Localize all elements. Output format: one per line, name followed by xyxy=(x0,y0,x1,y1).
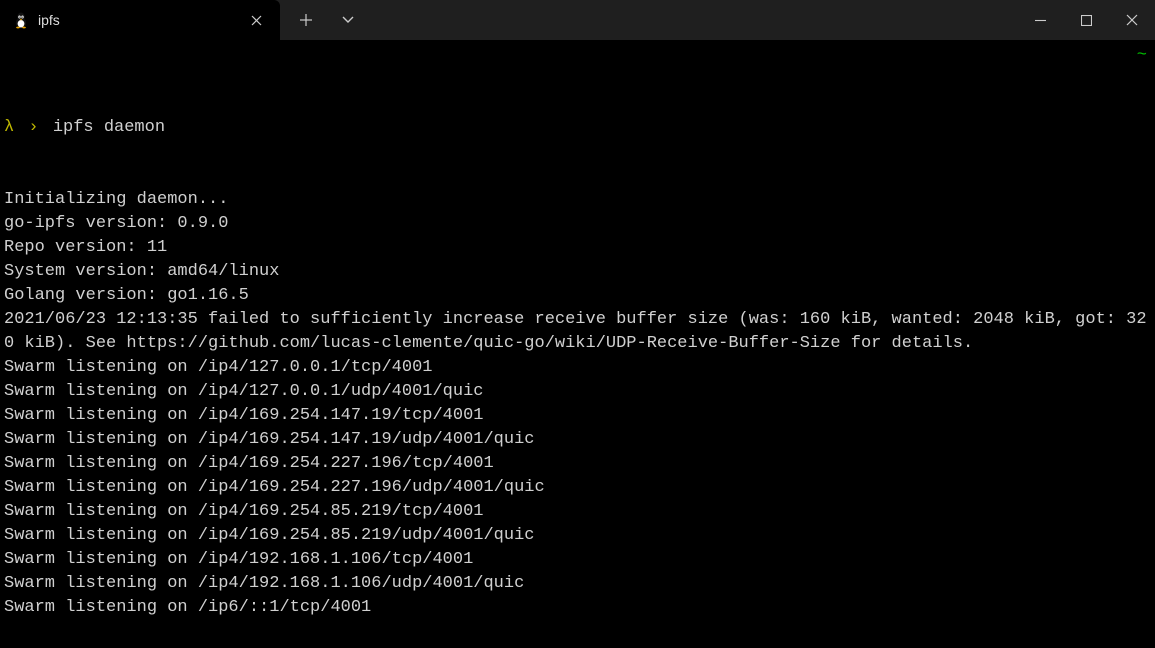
terminal-line: Swarm listening on /ip4/169.254.227.196/… xyxy=(4,476,1151,500)
terminal-body[interactable]: ~ λ › ipfs daemon Initializing daemon...… xyxy=(0,40,1155,648)
terminal-line: Swarm listening on /ip4/169.254.147.19/t… xyxy=(4,404,1151,428)
prompt-line: λ › ipfs daemon xyxy=(4,116,1151,140)
terminal-line: System version: amd64/linux xyxy=(4,260,1151,284)
terminal-line: Swarm listening on /ip4/169.254.147.19/u… xyxy=(4,428,1151,452)
close-window-button[interactable] xyxy=(1109,0,1155,40)
tab-title: ipfs xyxy=(38,12,242,28)
terminal-tab[interactable]: ipfs xyxy=(0,0,280,40)
terminal-output: Initializing daemon...go-ipfs version: 0… xyxy=(4,188,1151,620)
maximize-button[interactable] xyxy=(1063,0,1109,40)
terminal-line: Swarm listening on /ip6/::1/tcp/4001 xyxy=(4,596,1151,620)
terminal-line: Swarm listening on /ip4/169.254.85.219/u… xyxy=(4,524,1151,548)
new-tab-button[interactable] xyxy=(288,4,324,36)
prompt-command: ipfs daemon xyxy=(53,116,165,140)
chevron-down-icon xyxy=(342,16,354,24)
terminal-line: Swarm listening on /ip4/127.0.0.1/tcp/40… xyxy=(4,356,1151,380)
terminal-line: Repo version: 11 xyxy=(4,236,1151,260)
terminal-line: 2021/06/23 12:13:35 failed to sufficient… xyxy=(4,308,1151,356)
prompt-arrow: › xyxy=(28,116,38,140)
terminal-line: Initializing daemon... xyxy=(4,188,1151,212)
tab-close-button[interactable] xyxy=(242,6,270,34)
plus-icon xyxy=(300,14,312,26)
terminal-line: Swarm listening on /ip4/192.168.1.106/tc… xyxy=(4,548,1151,572)
terminal-line: Golang version: go1.16.5 xyxy=(4,284,1151,308)
window-titlebar: ipfs xyxy=(0,0,1155,40)
terminal-line: Swarm listening on /ip4/169.254.227.196/… xyxy=(4,452,1151,476)
maximize-icon xyxy=(1081,15,1092,26)
titlebar-left: ipfs xyxy=(0,0,366,40)
penguin-icon xyxy=(12,11,30,29)
terminal-line: Swarm listening on /ip4/169.254.85.219/t… xyxy=(4,500,1151,524)
close-icon xyxy=(1126,14,1138,26)
window-controls xyxy=(1017,0,1155,40)
terminal-line: go-ipfs version: 0.9.0 xyxy=(4,212,1151,236)
prompt-lambda: λ xyxy=(4,116,14,140)
prompt-cwd-tilde: ~ xyxy=(1137,44,1147,68)
close-icon xyxy=(251,15,262,26)
titlebar-actions xyxy=(288,0,366,40)
minimize-button[interactable] xyxy=(1017,0,1063,40)
minimize-icon xyxy=(1035,15,1046,26)
terminal-line: Swarm listening on /ip4/192.168.1.106/ud… xyxy=(4,572,1151,596)
terminal-line: Swarm listening on /ip4/127.0.0.1/udp/40… xyxy=(4,380,1151,404)
tab-dropdown-button[interactable] xyxy=(330,4,366,36)
